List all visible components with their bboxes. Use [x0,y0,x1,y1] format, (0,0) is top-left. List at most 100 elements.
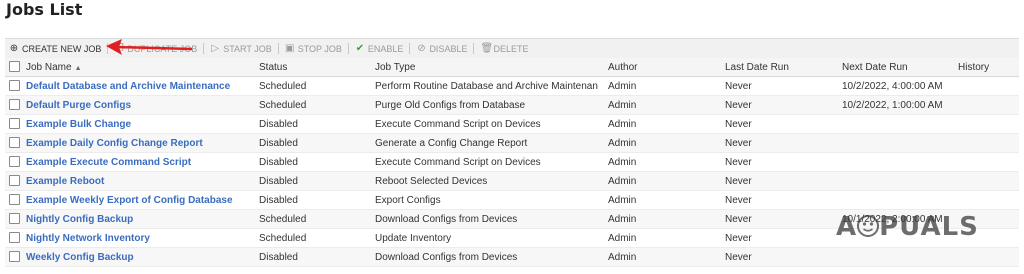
start-job-button[interactable]: ▷ START JOB [206,43,276,54]
author-cell: Admin [606,152,723,172]
select-all-checkbox[interactable] [9,61,20,73]
last-run-cell: Never [723,247,840,267]
history-cell [956,171,1019,191]
column-header-history[interactable]: History [956,58,1019,77]
plus-circle-icon: ⊕ [9,43,19,54]
row-checkbox[interactable] [9,194,20,206]
job-name-link[interactable]: Default Purge Configs [26,100,131,111]
job-name-cell: Example Execute Command Script [24,152,257,172]
table-row: Example Execute Command Script Disabled … [5,152,1019,172]
page-title: Jobs List [6,0,83,19]
job-name-cell: Example Bulk Change [24,114,257,134]
column-header-job-type[interactable]: Job Type [373,58,606,77]
job-type-cell: Download Configs from Devices [373,247,606,267]
enable-label: ENABLE [367,43,404,54]
delete-button[interactable]: 🗑 DELETE [476,43,532,54]
last-run-cell: Never [723,190,840,210]
job-name-link[interactable]: Nightly Network Inventory [26,233,150,244]
toolbar-divider [277,43,279,54]
column-header-next-date-run[interactable]: Next Date Run [840,58,956,77]
row-select-cell [5,76,24,96]
job-name-cell: Default Database and Archive Maintenance [24,76,257,96]
annotation-arrow-icon [106,39,193,55]
last-run-cell: Never [723,114,840,134]
job-name-link[interactable]: Weekly Config Backup [26,252,134,263]
row-checkbox[interactable] [9,156,20,168]
job-name-cell: Nightly Config Backup [24,209,257,229]
row-select-cell [5,133,24,153]
job-type-cell: Export Configs [373,190,606,210]
job-type-cell: Reboot Selected Devices [373,171,606,191]
sort-ascending-icon: ▲ [74,64,82,72]
table-row: Default Database and Archive Maintenance… [5,76,1019,96]
enable-button[interactable]: ✔ ENABLE [351,43,408,54]
row-checkbox[interactable] [9,99,20,111]
job-name-link[interactable]: Example Daily Config Change Report [26,138,203,149]
row-checkbox[interactable] [9,80,20,92]
next-run-cell [840,152,956,172]
status-cell: Scheduled [257,228,373,248]
row-checkbox[interactable] [9,118,20,130]
author-cell: Admin [606,247,723,267]
column-header-job-name[interactable]: Job Name ▲ [24,58,257,77]
select-all-cell [5,58,24,77]
job-name-cell: Default Purge Configs [24,95,257,115]
last-run-cell: Never [723,228,840,248]
job-name-link[interactable]: Example Reboot [26,176,104,187]
row-checkbox[interactable] [9,232,20,244]
job-name-link[interactable]: Example Weekly Export of Config Database [26,195,233,206]
row-checkbox[interactable] [9,137,20,149]
toolbar-divider [473,43,475,54]
mascot-face-icon [857,215,880,237]
next-run-cell: 10/2/2022, 4:00:00 AM [840,76,956,96]
start-job-label: START JOB [223,43,272,54]
table-row: Example Reboot Disabled Reboot Selected … [5,171,1019,191]
job-name-link[interactable]: Nightly Config Backup [26,214,133,225]
job-name-header-label: Job Name [26,61,72,73]
history-cell [956,114,1019,134]
row-checkbox[interactable] [9,175,20,187]
job-type-cell: Purge Old Configs from Database [373,95,606,115]
status-cell: Scheduled [257,76,373,96]
stop-job-button[interactable]: ▣ STOP JOB [281,43,346,54]
author-cell: Admin [606,190,723,210]
last-run-cell: Never [723,95,840,115]
row-select-cell [5,152,24,172]
disable-circle-icon: ⊘ [417,43,426,54]
toolbar-divider [203,43,205,54]
delete-label: DELETE [493,43,529,54]
job-name-link[interactable]: Default Database and Archive Maintenance [26,81,230,92]
last-run-cell: Never [723,133,840,153]
job-name-link[interactable]: Example Bulk Change [26,119,131,130]
column-header-author[interactable]: Author [606,58,723,77]
author-cell: Admin [606,114,723,134]
job-name-link[interactable]: Example Execute Command Script [26,157,191,168]
table-row: Example Weekly Export of Config Database… [5,190,1019,210]
row-select-cell [5,209,24,229]
stop-job-label: STOP JOB [297,43,342,54]
job-type-cell: Perform Routine Database and Archive Mai… [373,76,606,96]
disable-button[interactable]: ⊘ DISABLE [412,43,471,54]
row-checkbox[interactable] [9,251,20,263]
last-run-cell: Never [723,76,840,96]
row-checkbox[interactable] [9,213,20,225]
job-name-cell: Example Reboot [24,171,257,191]
create-job-button[interactable]: ⊕ CREATE NEW JOB [5,43,105,54]
next-run-cell [840,190,956,210]
status-cell: Scheduled [257,209,373,229]
status-cell: Disabled [257,114,373,134]
status-cell: Disabled [257,190,373,210]
next-run-cell [840,247,956,267]
play-circle-icon: ▷ [211,43,220,54]
create-job-label: CREATE NEW JOB [22,43,102,54]
row-select-cell [5,114,24,134]
trash-icon: 🗑 [480,43,494,54]
next-run-cell [840,133,956,153]
last-run-cell: Never [723,209,840,229]
job-type-cell: Generate a Config Change Report [373,133,606,153]
job-name-cell: Example Weekly Export of Config Database [24,190,257,210]
table-header-row: Job Name ▲ Status Job Type Author Last Da… [5,58,1019,77]
column-header-status[interactable]: Status [257,58,373,77]
column-header-last-date-run[interactable]: Last Date Run [723,58,840,77]
author-cell: Admin [606,133,723,153]
